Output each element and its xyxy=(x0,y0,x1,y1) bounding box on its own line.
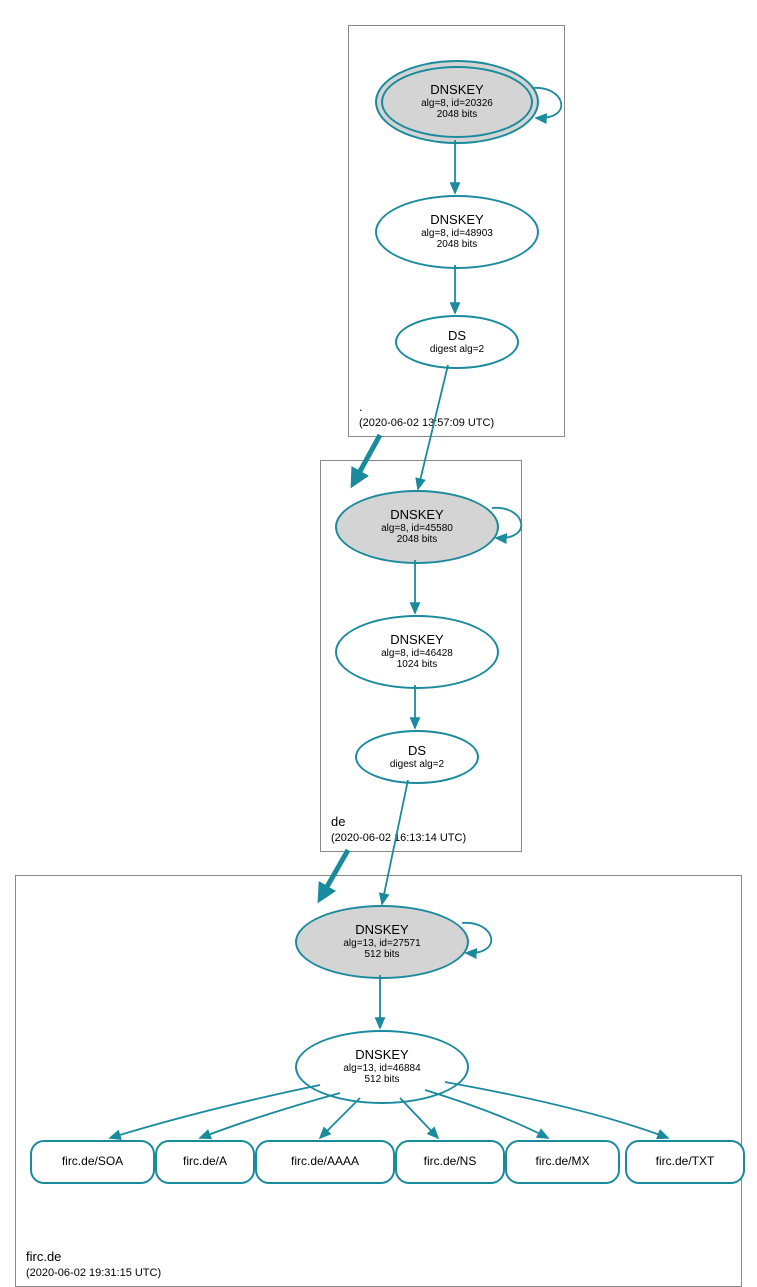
rrset-txt: firc.de/TXT xyxy=(625,1140,745,1184)
tld-ksk-title: DNSKEY xyxy=(390,508,443,523)
tld-ksk-dnskey: DNSKEY alg=8, id=45580 2048 bits xyxy=(335,490,499,564)
rrset-mx: firc.de/MX xyxy=(505,1140,620,1184)
root-ds-title: DS xyxy=(448,329,466,344)
rrset-aaaa: firc.de/AAAA xyxy=(255,1140,395,1184)
root-ds-line2: digest alg=2 xyxy=(430,344,484,356)
leaf-zsk-line2: alg=13, id=46884 xyxy=(343,1063,420,1075)
tld-zsk-title: DNSKEY xyxy=(390,633,443,648)
rrset-txt-label: firc.de/TXT xyxy=(656,1155,715,1169)
tld-ds-line2: digest alg=2 xyxy=(390,759,444,771)
zone-root-ts: (2020-06-02 13:57:09 UTC) xyxy=(359,416,494,430)
root-zsk-title: DNSKEY xyxy=(430,213,483,228)
tld-ds: DS digest alg=2 xyxy=(355,730,479,784)
zone-leaf-label: firc.de (2020-06-02 19:31:15 UTC) xyxy=(26,1249,161,1280)
leaf-ksk-dnskey: DNSKEY alg=13, id=27571 512 bits xyxy=(295,905,469,979)
root-ksk-title: DNSKEY xyxy=(430,83,483,98)
tld-zsk-line2: alg=8, id=46428 xyxy=(381,648,453,660)
root-ksk-line3: 2048 bits xyxy=(437,109,478,121)
root-ksk-dnskey: DNSKEY alg=8, id=20326 2048 bits xyxy=(375,60,539,144)
tld-ksk-line2: alg=8, id=45580 xyxy=(381,523,453,535)
zone-leaf-name: firc.de xyxy=(26,1249,161,1266)
leaf-ksk-line3: 512 bits xyxy=(364,949,399,961)
root-zsk-line2: alg=8, id=48903 xyxy=(421,228,493,240)
leaf-zsk-dnskey: DNSKEY alg=13, id=46884 512 bits xyxy=(295,1030,469,1104)
rrset-mx-label: firc.de/MX xyxy=(535,1155,589,1169)
rrset-soa: firc.de/SOA xyxy=(30,1140,155,1184)
zone-tld-ts: (2020-06-02 16:13:14 UTC) xyxy=(331,831,466,845)
zone-root-label: . (2020-06-02 13:57:09 UTC) xyxy=(359,399,494,430)
tld-zsk-line3: 1024 bits xyxy=(397,659,438,671)
rrset-soa-label: firc.de/SOA xyxy=(62,1155,123,1169)
tld-zsk-dnskey: DNSKEY alg=8, id=46428 1024 bits xyxy=(335,615,499,689)
leaf-ksk-line2: alg=13, id=27571 xyxy=(343,938,420,950)
root-zsk-line3: 2048 bits xyxy=(437,239,478,251)
leaf-ksk-title: DNSKEY xyxy=(355,923,408,938)
rrset-ns: firc.de/NS xyxy=(395,1140,505,1184)
tld-ds-title: DS xyxy=(408,744,426,759)
zone-tld-label: de (2020-06-02 16:13:14 UTC) xyxy=(331,814,466,845)
rrset-ns-label: firc.de/NS xyxy=(424,1155,477,1169)
rrset-a-label: firc.de/A xyxy=(183,1155,227,1169)
root-ksk-line2: alg=8, id=20326 xyxy=(421,98,493,110)
root-zsk-dnskey: DNSKEY alg=8, id=48903 2048 bits xyxy=(375,195,539,269)
rrset-aaaa-label: firc.de/AAAA xyxy=(291,1155,359,1169)
rrset-a: firc.de/A xyxy=(155,1140,255,1184)
leaf-zsk-title: DNSKEY xyxy=(355,1048,408,1063)
zone-root-name: . xyxy=(359,399,494,416)
root-ds: DS digest alg=2 xyxy=(395,315,519,369)
leaf-zsk-line3: 512 bits xyxy=(364,1074,399,1086)
tld-ksk-line3: 2048 bits xyxy=(397,534,438,546)
zone-tld-name: de xyxy=(331,814,466,831)
